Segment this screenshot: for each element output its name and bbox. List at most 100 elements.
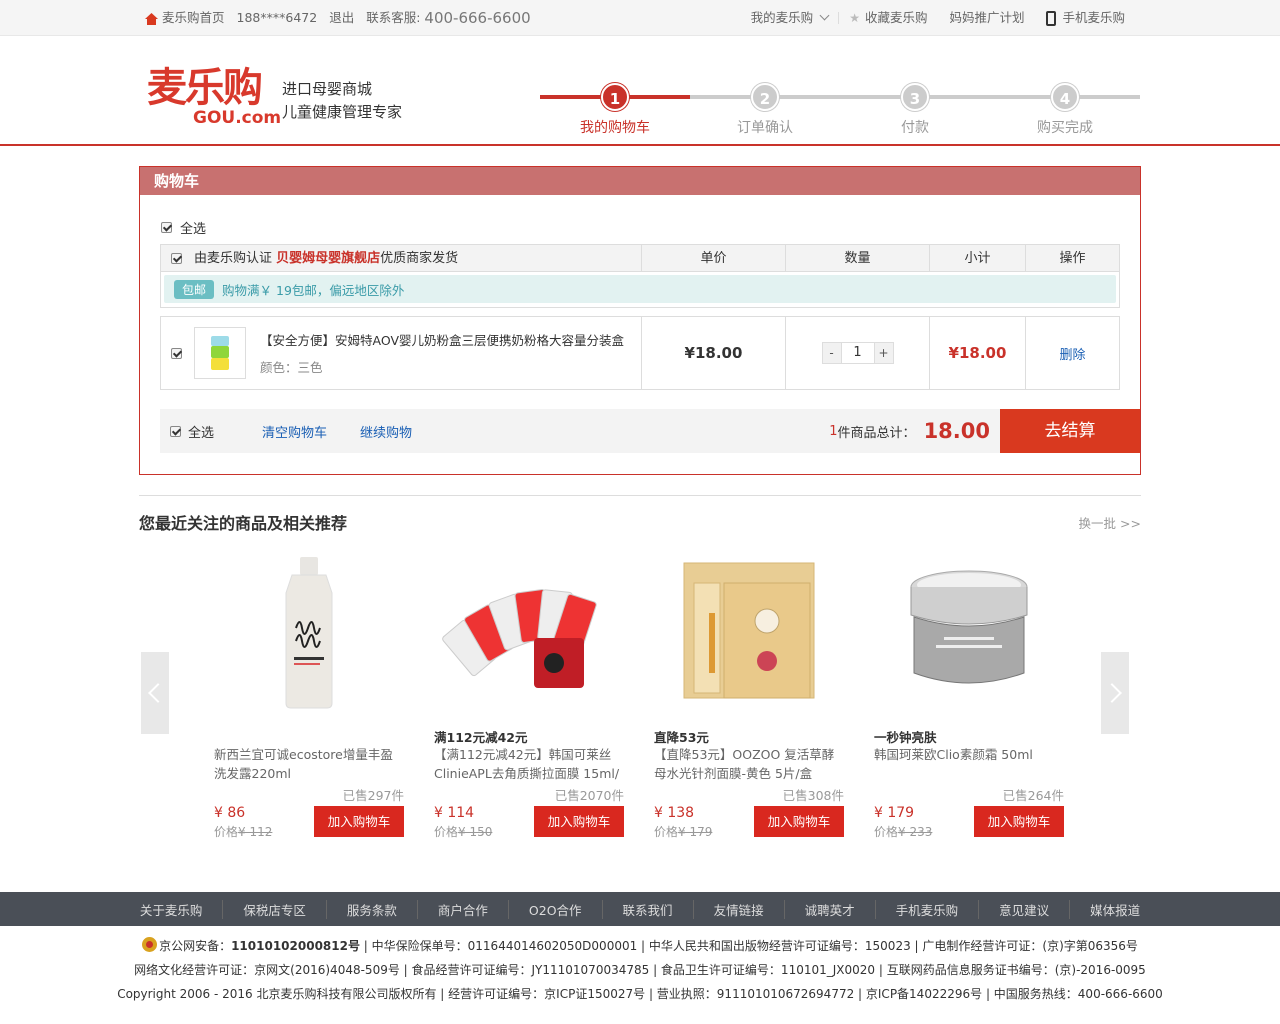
footer-link-o2o[interactable]: O2O合作 bbox=[507, 899, 602, 919]
legal-info: 京公网安备：11010102000812号 | 中华保险保单号：01164401… bbox=[0, 934, 1280, 1006]
shop-name-link[interactable]: 贝婴姆母婴旗舰店 bbox=[276, 251, 380, 266]
footer-link-friends[interactable]: 友情链接 bbox=[692, 899, 784, 919]
select-all-bottom[interactable]: 全选 bbox=[170, 422, 214, 441]
product-image[interactable] bbox=[214, 553, 404, 718]
product-price: ¥ 138 bbox=[654, 805, 695, 821]
shop-line: 由麦乐购认证 贝婴姆母婴旗舰店优质商家发货 bbox=[194, 245, 458, 272]
item-details: 【安全方便】安姆特AOV婴儿奶粉盒三层便携奶粉格大容量分装盒 颜色：三色 bbox=[260, 330, 624, 376]
qty-decrease-button[interactable]: - bbox=[821, 342, 842, 364]
free-shipping-banner: 包邮 购物满￥ 19包邮，偏远地区除外 bbox=[164, 275, 1116, 303]
original-price-value: ¥ 112 bbox=[238, 825, 273, 839]
footer-link-terms[interactable]: 服务条款 bbox=[325, 899, 417, 919]
slogan-line-1: 进口母婴商城 bbox=[282, 80, 373, 98]
legal-record-number: 11010102000812号 bbox=[231, 939, 360, 953]
product-image[interactable] bbox=[434, 553, 624, 718]
logout-link[interactable]: 退出 bbox=[329, 0, 354, 36]
total-label: 件商品总计： bbox=[837, 425, 916, 441]
product-card: 满112元减42元 【满112元减42元】韩国可莱丝ClinieAPL去角质撕拉… bbox=[434, 553, 624, 843]
product-image[interactable] bbox=[654, 553, 844, 718]
product-original-price: 价格¥ 112 bbox=[214, 823, 272, 840]
step-number: 4 bbox=[1051, 83, 1079, 111]
add-to-cart-button[interactable]: 加入购物车 bbox=[314, 806, 404, 837]
footer-link-merchant[interactable]: 商户合作 bbox=[416, 899, 508, 919]
quantity-stepper: - 1 + bbox=[821, 342, 894, 364]
product-sold: 已售297件 bbox=[342, 788, 404, 803]
footer-link-contact[interactable]: 联系我们 bbox=[601, 899, 693, 919]
footer-link-about[interactable]: 关于麦乐购 bbox=[120, 900, 223, 919]
item-info-cell: 【安全方便】安姆特AOV婴儿奶粉盒三层便携奶粉格大容量分装盒 颜色：三色 bbox=[161, 317, 641, 389]
legal-line-3: Copyright 2006 - 2016 北京麦乐购科技有限公司版权所有 | … bbox=[117, 987, 1163, 1001]
select-all-top[interactable]: 全选 bbox=[161, 218, 206, 237]
slogan: 进口母婴商城 儿童健康管理专家 bbox=[282, 78, 402, 124]
original-price-value: ¥ 233 bbox=[898, 825, 933, 839]
footer-link-bonded[interactable]: 保税店专区 bbox=[222, 899, 326, 919]
add-to-cart-button[interactable]: 加入购物车 bbox=[534, 806, 624, 837]
chevron-left-icon bbox=[148, 683, 168, 703]
refresh-label: 换一批 bbox=[1078, 516, 1117, 531]
checkout-button[interactable]: 去结算 bbox=[1000, 409, 1140, 453]
product-original-price: 价格¥ 150 bbox=[434, 823, 492, 840]
select-all-bottom-label: 全选 bbox=[188, 425, 215, 441]
carousel-next-button[interactable] bbox=[1101, 652, 1129, 734]
free-shipping-tag: 包邮 bbox=[174, 279, 215, 299]
col-action: 操作 bbox=[1025, 245, 1119, 271]
face-mask-packs-image bbox=[442, 589, 597, 688]
original-price-label: 价格 bbox=[874, 825, 899, 839]
product-name[interactable]: 韩国珂莱欧Clio素颜霜 50ml bbox=[874, 745, 1064, 785]
footer-link-jobs[interactable]: 诚聘英才 bbox=[783, 899, 875, 919]
product-name[interactable]: 【满112元减42元】韩国可莱丝ClinieAPL去角质撕拉面膜 15ml/袋 bbox=[434, 745, 624, 785]
add-to-cart-button[interactable]: 加入购物车 bbox=[974, 806, 1064, 837]
step-pay: 3 付款 bbox=[840, 83, 990, 137]
carousel-prev-button[interactable] bbox=[141, 652, 169, 734]
promo-plan-link[interactable]: 妈妈推广计划 bbox=[949, 0, 1024, 36]
footer-link-mobile[interactable]: 手机麦乐购 bbox=[874, 899, 979, 919]
cart-table: 由麦乐购认证 贝婴姆母婴旗舰店优质商家发货 单价 数量 小计 操作 包邮 购物满… bbox=[160, 244, 1120, 390]
col-qty: 数量 bbox=[785, 245, 929, 271]
select-all-label: 全选 bbox=[180, 222, 207, 237]
item-color: 颜色：三色 bbox=[260, 360, 323, 375]
item-count: 1 bbox=[829, 423, 838, 439]
home-link-text[interactable]: 麦乐购首页 bbox=[162, 0, 225, 36]
cart-footer: 全选 清空购物车 继续购物 1 件商品总计： 18.00 去结算 bbox=[160, 409, 1140, 453]
home-link[interactable]: 麦乐购首页 bbox=[145, 0, 225, 36]
logo[interactable]: 麦乐购 GOU.com bbox=[147, 66, 281, 128]
shop-checkbox[interactable] bbox=[171, 252, 182, 264]
refresh-link[interactable]: 换一批 >> bbox=[1079, 513, 1141, 532]
cart-table-header: 由麦乐购认证 贝婴姆母婴旗舰店优质商家发货 单价 数量 小计 操作 bbox=[160, 244, 1120, 272]
product-original-price: 价格¥ 179 bbox=[654, 823, 712, 840]
step-label: 付款 bbox=[901, 120, 929, 136]
my-account-menu[interactable]: 我的麦乐购 bbox=[751, 0, 830, 36]
original-price-label: 价格 bbox=[434, 825, 459, 839]
continue-shopping-link[interactable]: 继续购物 bbox=[360, 422, 412, 441]
product-name[interactable]: 新西兰宜可诚ecostore增量丰盈洗发露220ml bbox=[214, 745, 404, 785]
delete-link[interactable]: 删除 bbox=[1059, 344, 1085, 363]
add-to-cart-button[interactable]: 加入购物车 bbox=[754, 806, 844, 837]
mobile-link[interactable]: 手机麦乐购 bbox=[1046, 0, 1125, 36]
step-confirm: 2 订单确认 bbox=[690, 83, 840, 137]
product-image[interactable] bbox=[874, 553, 1064, 718]
step-number: 3 bbox=[901, 83, 929, 111]
step-label: 订单确认 bbox=[737, 120, 793, 136]
item-price: ¥18.00 bbox=[641, 317, 785, 389]
qty-increase-button[interactable]: + bbox=[873, 342, 894, 364]
original-price-value: ¥ 150 bbox=[458, 825, 493, 839]
clear-cart-link[interactable]: 清空购物车 bbox=[262, 422, 327, 441]
select-all-checkbox[interactable] bbox=[161, 222, 172, 233]
original-price-label: 价格 bbox=[214, 825, 239, 839]
item-thumbnail[interactable] bbox=[194, 327, 246, 379]
product-price: ¥ 114 bbox=[434, 805, 475, 821]
item-checkbox[interactable] bbox=[171, 347, 182, 359]
footer-link-feedback[interactable]: 意见建议 bbox=[978, 899, 1069, 919]
product-promo: 直降53元 bbox=[654, 730, 709, 745]
col-price: 单价 bbox=[641, 245, 785, 271]
select-all-bottom-checkbox[interactable] bbox=[170, 425, 181, 437]
item-name[interactable]: 【安全方便】安姆特AOV婴儿奶粉盒三层便携奶粉格大容量分装盒 bbox=[260, 330, 624, 349]
qty-input[interactable]: 1 bbox=[841, 342, 874, 364]
footer-link-media[interactable]: 媒体报道 bbox=[1069, 899, 1160, 919]
favorite-link[interactable]: ★ 收藏麦乐购 bbox=[849, 0, 927, 36]
user-phone: 188****6472 bbox=[236, 10, 318, 25]
cart-panel: 购物车 全选 由麦乐购认证 贝婴姆母婴旗舰店优质商家发货 单价 数量 小计 操作… bbox=[139, 166, 1141, 475]
product-name[interactable]: 【直降53元】OOZOO 复活草酵母水光针剂面膜-黄色 5片/盒 bbox=[654, 745, 844, 785]
item-action-cell: 删除 bbox=[1025, 317, 1119, 389]
free-shipping-text: 购物满￥ 19包邮，偏远地区除外 bbox=[222, 282, 405, 298]
